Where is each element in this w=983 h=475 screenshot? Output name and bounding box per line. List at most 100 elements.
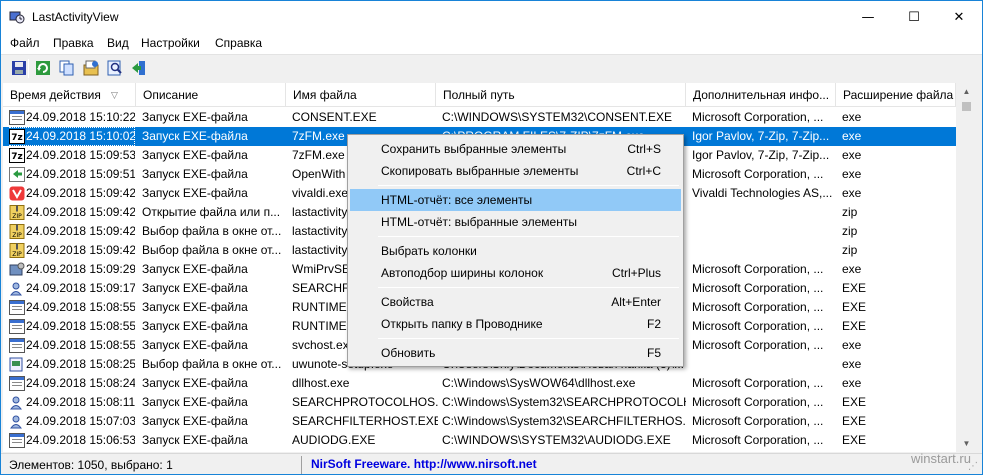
- context-menu-item[interactable]: Автоподбор ширины колонок Ctrl+Plus: [350, 262, 681, 284]
- exit-icon: [132, 61, 145, 75]
- cell-time: 24.09.2018 15:08:11: [9, 393, 135, 412]
- menu-edit[interactable]: Правка: [53, 36, 94, 50]
- cell-ext: EXE: [842, 281, 867, 295]
- time-text: 24.09.2018 15:09:42: [26, 243, 135, 257]
- menu-file[interactable]: Файл: [10, 36, 40, 50]
- cell-time: 24.09.2018 15:07:03: [9, 412, 135, 431]
- time-text: 24.09.2018 15:07:03: [26, 414, 135, 428]
- cell-ext: exe: [842, 129, 862, 143]
- column-header-time[interactable]: Время действия ▽: [3, 83, 136, 107]
- context-menu-item[interactable]: Открыть папку в Проводнике F2: [350, 313, 681, 335]
- cell-time: 24.09.2018 15:06:53: [9, 431, 135, 450]
- context-menu-shortcut: Ctrl+S: [627, 142, 661, 156]
- search-user-icon: [9, 395, 25, 410]
- cell-ext: exe: [842, 167, 862, 181]
- context-menu-shortcut: Alt+Enter: [611, 295, 661, 309]
- table-row[interactable]: 24.09.2018 15:06:53 Запуск EXE-файла AUDIO…: [3, 431, 956, 450]
- column-header-extension[interactable]: Расширение файла: [836, 83, 956, 107]
- time-text: 24.09.2018 15:10:02: [26, 129, 135, 143]
- context-menu-label: HTML-отчёт: выбранные элементы: [381, 215, 577, 229]
- menu-help[interactable]: Справка: [215, 36, 262, 50]
- time-text: 24.09.2018 15:06:53: [26, 433, 135, 447]
- scroll-thumb[interactable]: [962, 102, 971, 111]
- html-report-button[interactable]: [82, 59, 100, 77]
- context-menu-item[interactable]: HTML-отчёт: все элементы: [350, 189, 681, 211]
- cell-time: 24.09.2018 15:08:55: [9, 317, 135, 336]
- context-menu-item[interactable]: Выбрать колонки: [350, 240, 681, 262]
- context-menu-label: HTML-отчёт: все элементы: [381, 193, 533, 207]
- context-menu-shortcut: Ctrl+Plus: [611, 266, 661, 280]
- cell-info: Microsoft Corporation, ...: [692, 300, 824, 314]
- table-row[interactable]: 24.09.2018 15:08:11 Запуск EXE-файла SEARC…: [3, 393, 956, 412]
- cell-ext: exe: [842, 110, 862, 124]
- context-menu-item[interactable]: Скопировать выбранные элементы Ctrl+C: [350, 160, 681, 182]
- wmi-icon: [9, 262, 25, 277]
- column-header-fullpath[interactable]: Полный путь: [436, 83, 686, 107]
- cell-desc: Запуск EXE-файла: [142, 167, 248, 181]
- window-icon: [9, 110, 25, 125]
- find-button[interactable]: [106, 59, 124, 77]
- column-header-filename[interactable]: Имя файла: [286, 83, 436, 107]
- cell-path: C:\Windows\System32\SEARCHPROTOCOLHO...: [442, 395, 686, 409]
- context-menu-item[interactable]: HTML-отчёт: выбранные элементы: [350, 211, 681, 233]
- cell-path: C:\Windows\SysWOW64\dllhost.exe: [442, 376, 636, 390]
- cell-info: Microsoft Corporation, ...: [692, 395, 824, 409]
- sort-arrow-icon: ▽: [111, 90, 118, 100]
- app-window: LastActivityView — ☐ ✕ Файл Правка Вид Н…: [0, 0, 983, 475]
- cell-desc: Запуск EXE-файла: [142, 376, 248, 390]
- html-report-icon: [83, 60, 99, 76]
- cell-time: 24.09.2018 15:09:42: [9, 184, 135, 203]
- context-menu-label: Сохранить выбранные элементы: [381, 142, 567, 156]
- copy-button[interactable]: [58, 59, 76, 77]
- refresh-button[interactable]: [34, 59, 52, 77]
- cell-time: 24.09.2018 15:08:55: [9, 298, 135, 317]
- cell-info: Microsoft Corporation, ...: [692, 433, 824, 447]
- nirsoft-link[interactable]: NirSoft Freeware. http://www.nirsoft.net: [311, 457, 537, 471]
- 7z-icon: 7z: [9, 129, 25, 144]
- minimize-button[interactable]: —: [845, 1, 891, 33]
- table-row[interactable]: 24.09.2018 15:07:03 Запуск EXE-файла SEARC…: [3, 412, 956, 431]
- cell-info: Microsoft Corporation, ...: [692, 338, 824, 352]
- window-icon: [9, 433, 25, 448]
- save-button[interactable]: [10, 59, 28, 77]
- cell-desc: Запуск EXE-файла: [142, 148, 248, 162]
- context-menu-item[interactable]: Свойства Alt+Enter: [350, 291, 681, 313]
- time-text: 24.09.2018 15:09:29: [26, 262, 135, 276]
- cell-info: Igor Pavlov, 7-Zip, 7-Zip...: [692, 129, 830, 143]
- column-header-description[interactable]: Описание: [136, 83, 286, 107]
- column-header-info[interactable]: Дополнительная инфо...: [686, 83, 836, 107]
- menu-settings[interactable]: Настройки: [141, 36, 200, 50]
- scroll-down-icon[interactable]: ▼: [958, 435, 975, 452]
- maximize-button[interactable]: ☐: [891, 1, 937, 33]
- cell-name: dllhost.exe: [292, 376, 350, 390]
- cell-desc: Запуск EXE-файла: [142, 300, 248, 314]
- menu-view[interactable]: Вид: [107, 36, 129, 50]
- cell-info: [692, 355, 836, 374]
- vertical-scrollbar[interactable]: ▲ ▼: [958, 83, 975, 452]
- cell-info: Microsoft Corporation, ...: [692, 281, 824, 295]
- context-menu-item[interactable]: Сохранить выбранные элементы Ctrl+S: [350, 138, 681, 160]
- 7z-icon: 7z: [9, 148, 25, 163]
- scroll-up-icon[interactable]: ▲: [958, 83, 975, 100]
- toolbar: [1, 54, 982, 81]
- exit-button[interactable]: [130, 59, 148, 77]
- window-icon: [9, 319, 25, 334]
- context-menu-item[interactable]: Обновить F5: [350, 342, 681, 364]
- context-menu-separator: [378, 287, 679, 288]
- cell-time: 24.09.2018 15:09:51: [9, 165, 135, 184]
- cell-ext: zip: [842, 205, 858, 219]
- cell-info: Microsoft Corporation, ...: [692, 319, 824, 333]
- table-row[interactable]: 24.09.2018 15:08:24 Запуск EXE-файла dllho…: [3, 374, 956, 393]
- context-menu-label: Свойства: [381, 295, 434, 309]
- svg-text:7z: 7z: [11, 133, 23, 143]
- table-row[interactable]: 24.09.2018 15:10:22 Запуск EXE-файла CONSE…: [3, 108, 956, 127]
- cell-time: 24.09.2018 15:08:25: [9, 355, 135, 374]
- time-text: 24.09.2018 15:09:17: [26, 281, 135, 295]
- toolbar-separator: [28, 59, 29, 78]
- time-text: 24.09.2018 15:09:42: [26, 186, 135, 200]
- cell-info: Microsoft Corporation, ...: [692, 376, 824, 390]
- close-button[interactable]: ✕: [936, 1, 982, 33]
- context-menu-label: Открыть папку в Проводнике: [381, 317, 543, 331]
- title-bar[interactable]: LastActivityView — ☐ ✕: [1, 1, 982, 33]
- window-icon: [9, 338, 25, 353]
